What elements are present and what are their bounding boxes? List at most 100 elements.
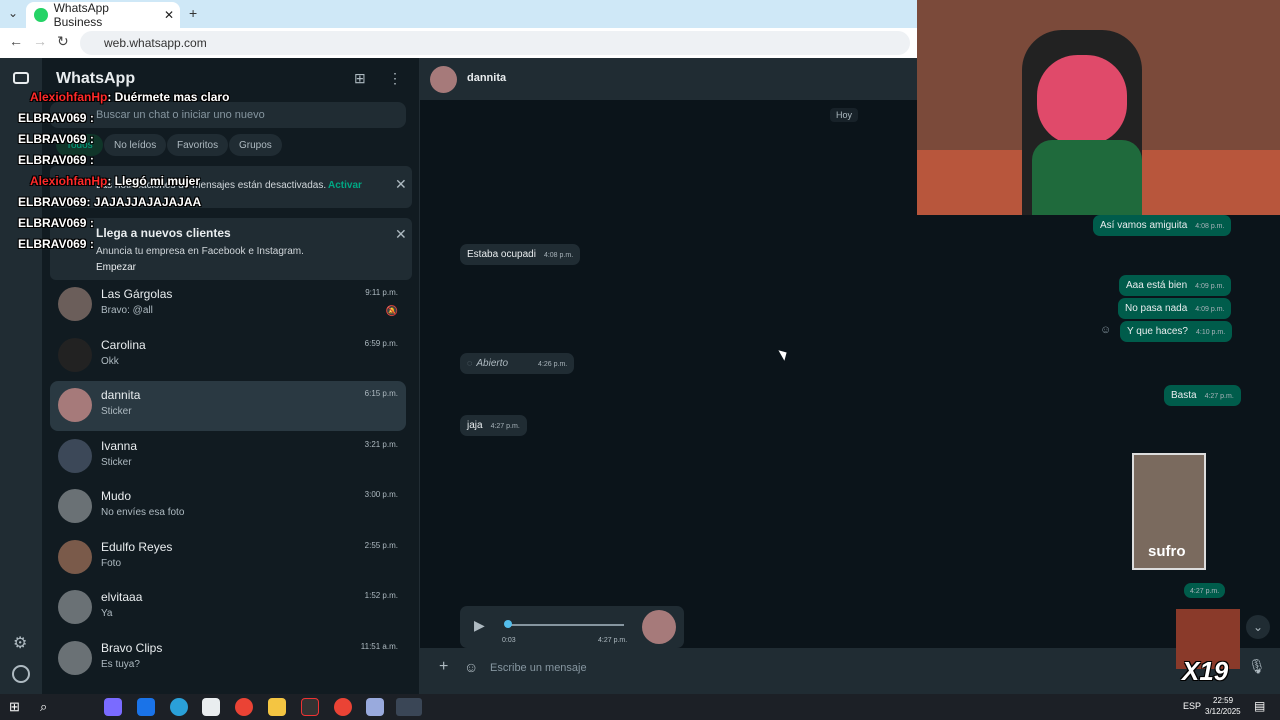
chat-time: 6:59 p.m. <box>364 339 398 348</box>
app-title: WhatsApp <box>56 70 136 87</box>
message-time: 4:10 p.m. <box>1195 329 1226 336</box>
language-indicator[interactable]: ESP <box>1183 701 1201 711</box>
chat-row[interactable]: Ivanna Sticker 3:21 p.m. <box>50 432 406 482</box>
sticker-caption: sufro <box>1148 543 1186 560</box>
chat-row[interactable]: elvitaaa Ya 1:52 p.m. <box>50 583 406 633</box>
emoji-icon[interactable]: ☺ <box>464 659 478 675</box>
message-time: 4:09 p.m. <box>1195 283 1225 290</box>
new-chat-icon[interactable]: ⊞ <box>354 70 366 87</box>
browser-tab[interactable]: WhatsApp Business ✕ <box>26 1 180 29</box>
start-icon[interactable]: ⊞ <box>9 699 20 715</box>
close-icon[interactable]: ✕ <box>395 176 407 193</box>
outlook-icon[interactable] <box>137 698 155 716</box>
browser-toolbar: ← → ↻ web.whatsapp.com <box>0 28 917 58</box>
audio-scrubber[interactable] <box>504 620 512 628</box>
attach-icon[interactable]: + <box>439 658 448 676</box>
chat-row[interactable]: Las Gárgolas Bravo: @all 9:11 p.m. 🔕 <box>50 280 406 330</box>
overlay-message: : <box>89 111 94 125</box>
address-bar[interactable]: web.whatsapp.com <box>80 31 910 55</box>
muted-icon: 🔕 <box>385 306 398 317</box>
emoji-react-icon[interactable]: ☺ <box>1100 324 1111 336</box>
avatar <box>58 489 92 523</box>
store-icon[interactable] <box>202 698 220 716</box>
play-icon[interactable]: ▶ <box>474 617 485 634</box>
chat-row[interactable]: Carolina Okk 6:59 p.m. <box>50 331 406 381</box>
clock-date[interactable]: 3/12/2025 <box>1205 707 1241 716</box>
new-tab-icon[interactable]: + <box>189 5 197 21</box>
sticker-image[interactable]: sufro <box>1132 453 1206 570</box>
avatar <box>58 338 92 372</box>
windows-taskbar: ⊞ ⌕ ESP 22:59 3/12/2025 ▤ <box>0 694 1280 720</box>
chrome-icon[interactable] <box>334 698 352 716</box>
contact-avatar[interactable] <box>430 66 457 93</box>
view-once-icon: ◌ <box>467 358 473 368</box>
chat-preview: Sticker <box>101 406 132 417</box>
whatsapp-icon <box>34 8 48 22</box>
message-input[interactable]: Escribe un mensaje <box>482 654 1182 684</box>
back-icon[interactable]: ← <box>9 33 23 49</box>
message-time: 4:27 p.m. <box>1204 393 1234 400</box>
chat-name: Las Gárgolas <box>101 287 173 301</box>
chats-icon[interactable] <box>13 72 29 84</box>
message-time: 4:26 p.m. <box>538 361 568 368</box>
contact-name: dannita <box>467 72 507 84</box>
chat-row[interactable]: Mudo No envíes esa foto 3:00 p.m. <box>50 482 406 532</box>
chat-name: dannita <box>101 388 141 402</box>
composer-bar: + ☺ Escribe un mensaje 🎙 <box>420 648 1280 694</box>
app-icon[interactable] <box>366 698 384 716</box>
message-in: Estaba ocupadi 4:08 p.m. <box>460 244 581 265</box>
clock-time[interactable]: 22:59 <box>1213 696 1233 705</box>
day-separator: Hoy <box>830 108 859 122</box>
close-icon[interactable]: ✕ <box>395 226 407 243</box>
overlay-message: : JAJAJJAJAJAJAA <box>86 195 202 209</box>
edge-icon[interactable] <box>170 698 188 716</box>
notifications-icon[interactable]: ▤ <box>1254 699 1265 713</box>
overlay-message: : <box>89 216 94 230</box>
chat-time: 2:55 p.m. <box>364 541 398 550</box>
chat-preview: Es tuya? <box>101 659 140 670</box>
message-out: Así vamos amiguita 4:08 p.m. <box>1093 215 1232 236</box>
browser-tab-bar: ⌄ WhatsApp Business ✕ + <box>0 0 917 29</box>
microphone-icon[interactable]: 🎙 <box>1248 658 1266 675</box>
promo-link[interactable]: Empezar <box>96 262 136 273</box>
message-time: 4:08 p.m. <box>543 252 574 259</box>
message-out: Y que haces? 4:10 p.m. <box>1120 321 1233 342</box>
tab-list-icon[interactable]: ⌄ <box>8 6 18 20</box>
chrome-icon[interactable] <box>235 698 253 716</box>
message-out: Aaa está bien 4:09 p.m. <box>1119 275 1232 296</box>
chat-time: 3:00 p.m. <box>364 490 398 499</box>
overlay-user: AlexiohfanHp <box>30 90 108 104</box>
search-icon[interactable]: ⌕ <box>40 699 47 715</box>
message-out: Basta 4:27 p.m. <box>1164 385 1241 406</box>
audio-time: 4:27 p.m. <box>598 637 628 644</box>
chat-row[interactable]: Edulfo Reyes Foto 2:55 p.m. <box>50 533 406 583</box>
activate-link[interactable]: Activar <box>328 180 362 191</box>
menu-icon[interactable]: ⋮ <box>388 70 402 87</box>
chat-name: Ivanna <box>101 439 138 453</box>
copilot-icon[interactable] <box>104 698 122 716</box>
scroll-down-icon[interactable]: ⌄ <box>1246 615 1270 639</box>
chat-list: Las Gárgolas Bravo: @all 9:11 p.m. 🔕 Caroli… <box>42 278 420 694</box>
avatar <box>58 540 92 574</box>
message-in: jaja 4:27 p.m. <box>460 415 527 436</box>
chat-name: elvitaaa <box>101 590 143 604</box>
webcam-person-body <box>1032 140 1142 215</box>
overlay-user: ELBRAV069 <box>18 153 87 167</box>
close-tab-icon[interactable]: ✕ <box>164 8 174 22</box>
message-in: ◌ Abierto 4:26 p.m. <box>460 353 575 374</box>
forward-icon[interactable]: → <box>33 33 47 49</box>
avatar <box>58 388 92 422</box>
audio-waveform[interactable] <box>506 624 624 626</box>
explorer-icon[interactable] <box>268 698 286 716</box>
chrome-active-icon[interactable] <box>396 698 422 716</box>
chat-row[interactable]: Bravo Clips Es tuya? 11:51 a.m. <box>50 634 406 684</box>
reload-icon[interactable]: ↻ <box>57 33 69 50</box>
chat-row-selected[interactable]: dannita Sticker 6:15 p.m. <box>50 381 406 431</box>
url-text: web.whatsapp.com <box>104 36 207 50</box>
message-text: Aaa está bien <box>1126 280 1188 291</box>
obs-icon[interactable] <box>301 698 319 716</box>
profile-icon[interactable] <box>12 665 30 683</box>
settings-icon[interactable]: ⚙ <box>13 633 27 653</box>
message-time: 4:27 p.m. <box>1190 588 1220 595</box>
chat-name: Edulfo Reyes <box>101 540 173 554</box>
